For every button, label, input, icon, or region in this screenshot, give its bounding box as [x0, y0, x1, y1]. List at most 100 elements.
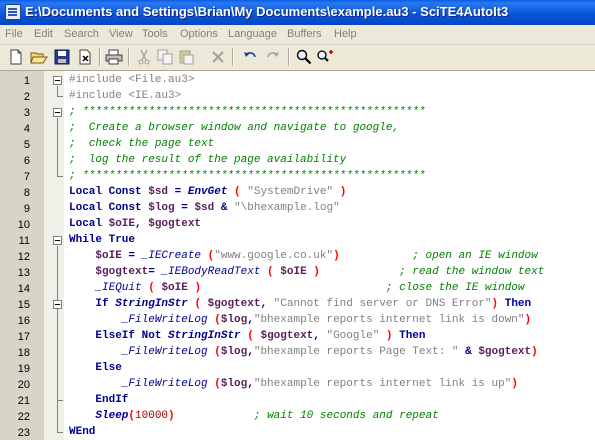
menu-options[interactable]: Options: [180, 28, 218, 40]
code-line[interactable]: 13 $gogtext= _IEBodyReadText ( $oIE ) ; …: [0, 265, 595, 281]
code-line[interactable]: 9 Local Const $log = $sd & "\bhexample.lo…: [0, 201, 595, 217]
line-number: 15: [17, 299, 30, 311]
fold-end-marker: [57, 176, 63, 177]
fold-guide: [57, 310, 58, 400]
code-text: $gogtext= _IEBodyReadText ( $oIE ) ; rea…: [95, 266, 545, 278]
code-text: _FileWriteLog ($log,"bhexample reports P…: [121, 346, 538, 358]
menu-help[interactable]: Help: [334, 28, 357, 40]
code-text: Local $oIE, $gogtext: [69, 218, 202, 230]
toolbar: [0, 45, 595, 71]
code-text: Else: [95, 362, 122, 374]
code-text: While True: [69, 234, 136, 246]
replace-icon[interactable]: [316, 47, 336, 67]
toolbar-separator: [288, 48, 290, 66]
code-text: ; Create a browser window and navigate t…: [69, 122, 400, 134]
line-number: 8: [23, 187, 30, 199]
code-line[interactable]: 3 ; *************************************…: [0, 105, 595, 121]
menu-search[interactable]: Search: [64, 28, 99, 40]
code-text: Local Const $log = $sd & "\bhexample.log…: [69, 202, 340, 214]
code-line[interactable]: 12 $oIE = _IECreate ("www.google.co.uk")…: [0, 249, 595, 265]
line-number: 7: [23, 171, 30, 183]
paste-icon[interactable]: [176, 47, 196, 67]
undo-icon[interactable]: [240, 47, 260, 67]
code-text: EndIf: [95, 394, 129, 406]
code-text: ; **************************************…: [69, 170, 426, 182]
line-number: 2: [23, 91, 30, 103]
save-icon[interactable]: [52, 47, 72, 67]
code-line[interactable]: 6 ; log the result of the page availabili…: [0, 153, 595, 169]
line-number: 3: [23, 107, 30, 119]
code-line[interactable]: 15 If StringInStr ( $gogtext, "Cannot fi…: [0, 297, 595, 313]
code-line[interactable]: 23 WEnd: [0, 425, 595, 440]
line-number: 11: [18, 235, 30, 247]
line-number: 9: [23, 203, 30, 215]
menu-file[interactable]: File: [5, 28, 23, 40]
line-number: 20: [17, 379, 30, 391]
toolbar-separator: [128, 48, 130, 66]
code-text: WEnd: [69, 426, 96, 438]
close-file-icon[interactable]: [75, 47, 95, 67]
line-number: 19: [17, 363, 30, 375]
menu-bar: File Edit Search View Tools Options Lang…: [0, 25, 595, 45]
menu-edit[interactable]: Edit: [34, 28, 53, 40]
line-number: 21: [17, 395, 30, 407]
code-line[interactable]: 20 _FileWriteLog ($log,"bhexample report…: [0, 377, 595, 393]
code-line[interactable]: 16 _FileWriteLog ($log,"bhexample report…: [0, 313, 595, 329]
code-line[interactable]: 17 ElseIf Not StringInStr ( $gogtext, "G…: [0, 329, 595, 345]
copy-icon[interactable]: [155, 47, 175, 67]
line-number: 12: [17, 251, 30, 263]
code-line[interactable]: 11 While True: [0, 233, 595, 249]
code-line[interactable]: 19 Else: [0, 361, 595, 377]
find-icon[interactable]: [294, 47, 314, 67]
code-text: ; check the page text: [69, 138, 215, 150]
toolbar-separator: [99, 48, 101, 66]
line-number: 6: [23, 155, 30, 167]
toolbar-separator: [232, 48, 234, 66]
code-editor[interactable]: 1 #include <File.au3> 2 #include <IE.au3> 3;…: [0, 71, 595, 440]
line-number: 5: [23, 139, 30, 151]
code-text: _IEQuit ( $oIE ) ; close the IE window: [95, 282, 525, 294]
line-number: 23: [17, 427, 30, 439]
line-number: 17: [17, 331, 30, 343]
redo-icon[interactable]: [263, 47, 283, 67]
line-number: 1: [23, 75, 30, 87]
code-line[interactable]: 14 _IEQuit ( $oIE ) ; close the IE windo…: [0, 281, 595, 297]
menu-tools[interactable]: Tools: [142, 28, 168, 40]
menu-language[interactable]: Language: [228, 28, 277, 40]
code-line[interactable]: 1 #include <File.au3>: [0, 73, 595, 89]
menu-view[interactable]: View: [109, 28, 133, 40]
code-line[interactable]: 7 ; *************************************…: [0, 169, 595, 185]
code-line[interactable]: 2 #include <IE.au3>: [0, 89, 595, 105]
code-text: $oIE = _IECreate ("www.google.co.uk") ; …: [95, 250, 538, 262]
code-line[interactable]: 22 Sleep(10000) ; wait 10 seconds and re…: [0, 409, 595, 425]
open-folder-icon[interactable]: [29, 47, 49, 67]
fold-end-marker: [57, 96, 63, 97]
code-text: _FileWriteLog ($log,"bhexample reports i…: [121, 314, 532, 326]
delete-icon[interactable]: [208, 47, 228, 67]
code-text: #include <File.au3>: [69, 74, 195, 86]
menu-buffers[interactable]: Buffers: [287, 28, 322, 40]
code-text: _FileWriteLog ($log,"bhexample reports i…: [121, 378, 518, 390]
print-icon[interactable]: [104, 47, 124, 67]
code-line[interactable]: 8 Local Const $sd = EnvGet ( "SystemDrive…: [0, 185, 595, 201]
code-line[interactable]: 18 _FileWriteLog ($log,"bhexample report…: [0, 345, 595, 361]
fold-toggle-icon[interactable]: [53, 76, 62, 85]
line-number: 10: [17, 219, 30, 231]
code-text: #include <IE.au3>: [69, 90, 182, 102]
code-text: If StringInStr ( $gogtext, "Cannot find …: [95, 298, 532, 310]
code-line[interactable]: 10 Local $oIE, $gogtext: [0, 217, 595, 233]
title-bar[interactable]: E:\Documents and Settings\Brian\My Docum…: [0, 0, 595, 25]
fold-toggle-icon[interactable]: [53, 236, 62, 245]
code-text: Sleep(10000) ; wait 10 seconds and repea…: [95, 410, 439, 422]
line-number: 14: [17, 283, 30, 295]
fold-guide: [57, 118, 58, 176]
code-text: ElseIf Not StringInStr ( $gogtext, "Goog…: [95, 330, 426, 342]
code-line[interactable]: 21 EndIf: [0, 393, 595, 409]
new-file-icon[interactable]: [6, 47, 26, 67]
cut-icon[interactable]: [134, 47, 154, 67]
fold-toggle-icon[interactable]: [53, 108, 62, 117]
code-line[interactable]: 5 ; check the page text: [0, 137, 595, 153]
fold-toggle-icon[interactable]: [53, 300, 62, 309]
code-line[interactable]: 4 ; Create a browser window and navigate …: [0, 121, 595, 137]
app-icon[interactable]: [5, 4, 21, 20]
